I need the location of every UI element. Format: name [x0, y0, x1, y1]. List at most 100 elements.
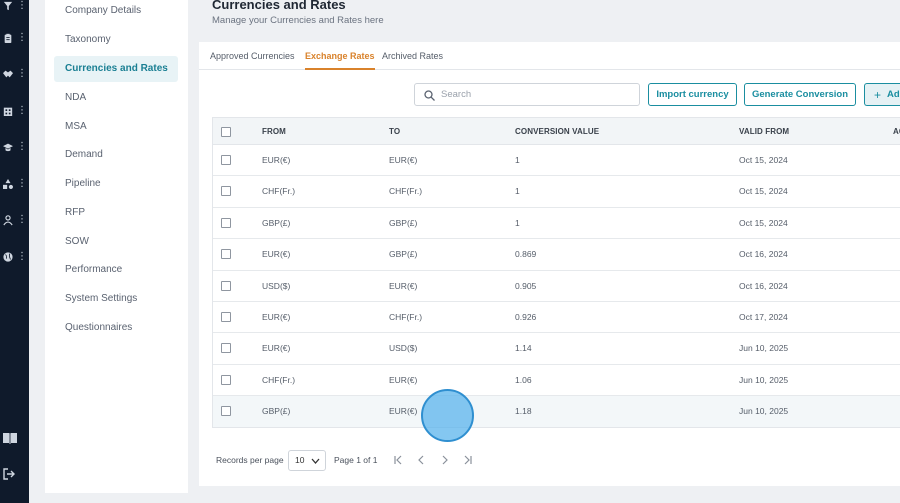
cell-from: GBP(£): [262, 217, 291, 228]
table-row[interactable]: EUR(€) EUR(€) 1 Oct 15, 2024: [213, 145, 900, 177]
row-checkbox[interactable]: [221, 280, 231, 291]
more-dots-icon[interactable]: ⋮: [17, 215, 27, 225]
page-info: Page 1 of 1: [334, 455, 378, 465]
records-per-page-select[interactable]: 10: [288, 450, 326, 471]
handshake-icon: [3, 70, 13, 78]
building-icon: [3, 107, 13, 116]
column-header-valid-from[interactable]: VALID FROM: [739, 118, 789, 145]
rail-item-globe[interactable]: ⋮: [3, 249, 27, 265]
rail-item-logout[interactable]: [3, 466, 27, 482]
rail-item-clipboard[interactable]: ⋮: [3, 30, 27, 46]
icon-rail: ⋮ ⋮ ⋮ ⋮ ⋮ ⋮ ⋮ ⋮: [0, 0, 29, 503]
cell-valid-from: Oct 15, 2024: [739, 217, 788, 228]
cell-to: GBP(£): [389, 249, 418, 260]
menu-item-system-settings[interactable]: System Settings: [54, 286, 178, 312]
more-dots-icon[interactable]: ⋮: [17, 179, 27, 189]
column-header-conversion-value[interactable]: CONVERSION VALUE: [515, 118, 599, 145]
table-row[interactable]: GBP(£) EUR(€) 1.18 Jun 10, 2025: [213, 396, 900, 427]
more-dots-icon[interactable]: ⋮: [17, 252, 27, 262]
records-per-page-value: 10: [295, 455, 305, 465]
column-header-actions: AC: [893, 127, 900, 136]
book-icon: [3, 433, 17, 444]
menu-item-pipeline[interactable]: Pipeline: [54, 171, 178, 197]
rail-item-building[interactable]: ⋮: [3, 103, 27, 119]
table-row[interactable]: USD($) EUR(€) 0.905 Oct 16, 2024: [213, 271, 900, 302]
column-header-to[interactable]: TO: [389, 118, 400, 145]
cell-to: EUR(€): [389, 406, 418, 417]
rail-item-handshake[interactable]: ⋮: [3, 66, 27, 82]
menu-item-nda[interactable]: NDA: [54, 85, 178, 111]
menu-item-sow[interactable]: SOW: [54, 229, 178, 255]
cell-conversion-value: 0.869: [515, 249, 537, 260]
last-page-button[interactable]: [461, 452, 475, 468]
shapes-icon: [3, 179, 13, 189]
menu-item-performance[interactable]: Performance: [54, 257, 178, 283]
row-checkbox[interactable]: [221, 186, 231, 197]
menu-item-company-details[interactable]: Company Details: [54, 0, 178, 24]
row-checkbox[interactable]: [221, 406, 231, 417]
rail-item-user[interactable]: ⋮: [3, 212, 27, 228]
rail-item-shapes[interactable]: ⋮: [3, 176, 27, 192]
rail-item-graduation[interactable]: ⋮: [3, 139, 27, 155]
add-button-label: Ad: [887, 89, 900, 100]
table-row[interactable]: GBP(£) GBP(£) 1 Oct 15, 2024: [213, 208, 900, 240]
search-input[interactable]: [441, 87, 631, 102]
tab-archived-rates[interactable]: Archived Rates: [382, 42, 443, 70]
cell-from: EUR(€): [262, 343, 291, 354]
row-checkbox[interactable]: [221, 312, 231, 322]
more-dots-icon[interactable]: ⋮: [17, 142, 27, 152]
more-dots-icon[interactable]: ⋮: [17, 1, 27, 11]
cell-valid-from: Oct 15, 2024: [739, 186, 788, 197]
chevron-right-icon: [442, 455, 448, 465]
table-row[interactable]: CHF(Fr.) EUR(€) 1.06 Jun 10, 2025: [213, 365, 900, 397]
menu-item-questionnaires[interactable]: Questionnaires: [54, 315, 178, 341]
previous-page-button[interactable]: [414, 452, 428, 468]
table-row[interactable]: EUR(€) CHF(Fr.) 0.926 Oct 17, 2024: [213, 302, 900, 334]
generate-conversion-button[interactable]: Generate Conversion: [744, 83, 856, 106]
logout-icon: [3, 468, 15, 480]
search-box: [414, 83, 640, 106]
rail-item-book[interactable]: [3, 430, 27, 446]
chevron-left-icon: [418, 455, 424, 465]
menu-item-msa[interactable]: MSA: [54, 114, 178, 140]
more-dots-icon[interactable]: ⋮: [17, 33, 27, 43]
cell-conversion-value: 1.06: [515, 374, 532, 385]
table-row[interactable]: EUR(€) USD($) 1.14 Jun 10, 2025: [213, 333, 900, 365]
first-page-button[interactable]: [391, 452, 405, 468]
cell-from: GBP(£): [262, 406, 291, 417]
table-row[interactable]: EUR(€) GBP(£) 0.869 Oct 16, 2024: [213, 239, 900, 271]
more-dots-icon[interactable]: ⋮: [17, 69, 27, 79]
row-checkbox[interactable]: [221, 249, 231, 260]
click-indicator: [421, 389, 474, 442]
add-button[interactable]: + Ad: [864, 83, 900, 106]
menu-item-taxonomy[interactable]: Taxonomy: [54, 27, 178, 53]
search-icon: [424, 90, 435, 101]
tab-exchange-rates[interactable]: Exchange Rates: [305, 42, 375, 70]
row-checkbox[interactable]: [221, 217, 231, 228]
cell-conversion-value: 1: [515, 186, 520, 197]
column-header-from[interactable]: FROM: [262, 118, 286, 145]
next-page-button[interactable]: [438, 452, 452, 468]
graduation-cap-icon: [3, 143, 13, 152]
tab-bar: Approved Currencies Exchange Rates Archi…: [199, 42, 900, 70]
row-checkbox[interactable]: [221, 343, 231, 354]
cell-to: EUR(€): [389, 155, 418, 165]
menu-item-currencies-and-rates[interactable]: Currencies and Rates: [54, 56, 178, 82]
import-currency-button[interactable]: Import currency: [648, 83, 737, 106]
table-row[interactable]: CHF(Fr.) CHF(Fr.) 1 Oct 15, 2024: [213, 176, 900, 208]
cell-conversion-value: 0.926: [515, 312, 537, 322]
page-title: Currencies and Rates: [212, 0, 346, 12]
row-checkbox[interactable]: [221, 155, 231, 165]
rail-item-filter[interactable]: ⋮: [3, 0, 27, 14]
cell-from: USD($): [262, 280, 291, 291]
row-checkbox[interactable]: [221, 374, 231, 385]
cell-conversion-value: 1: [515, 217, 520, 228]
menu-item-demand[interactable]: Demand: [54, 142, 178, 168]
cell-valid-from: Oct 16, 2024: [739, 280, 788, 291]
clipboard-icon: [4, 33, 12, 43]
tab-approved-currencies[interactable]: Approved Currencies: [210, 42, 295, 70]
chevron-down-icon: [311, 458, 320, 464]
select-all-checkbox[interactable]: [221, 127, 231, 137]
more-dots-icon[interactable]: ⋮: [17, 106, 27, 116]
menu-item-rfp[interactable]: RFP: [54, 200, 178, 226]
